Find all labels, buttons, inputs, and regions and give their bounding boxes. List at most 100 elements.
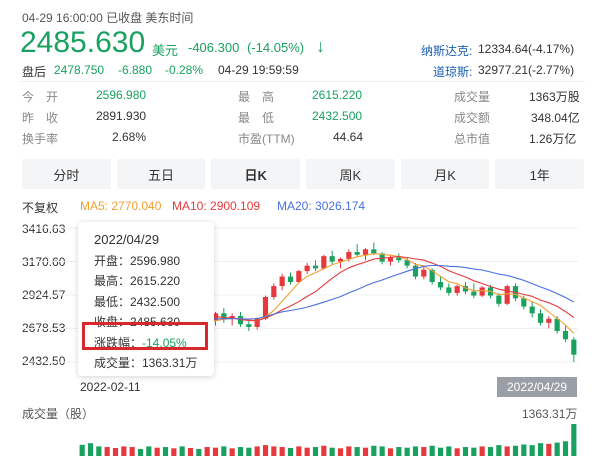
tooltip-open: 开盘：2596.980: [94, 253, 181, 268]
volume-bar: [454, 448, 460, 456]
volume-bar: [154, 447, 160, 456]
tooltip-date: 2022/04/29: [94, 232, 160, 247]
volume-bar: [529, 445, 535, 456]
volume-bar: [337, 448, 344, 456]
candle-body: [521, 298, 527, 307]
volume-bar: [312, 447, 319, 456]
candle-body: [371, 249, 377, 254]
volume-bar: [537, 443, 544, 456]
volume-bar: [221, 446, 227, 456]
volume-bar: [104, 447, 110, 456]
volume-bar: [512, 445, 519, 456]
volume-bar: [504, 446, 510, 456]
volume-bars: [79, 424, 577, 456]
volume-bar: [546, 443, 552, 456]
volume-bar: [187, 448, 194, 456]
volume-bar: [479, 446, 485, 456]
volume-bar: [562, 441, 569, 456]
volume-bar: [387, 448, 394, 456]
volume-bar: [262, 445, 269, 456]
candle-body: [354, 252, 360, 255]
volume-bar: [254, 446, 260, 456]
candle-body: [304, 265, 310, 272]
candle-body: [554, 318, 560, 332]
volume-bar: [112, 448, 119, 456]
candle-body: [362, 249, 369, 255]
candle-body: [421, 269, 427, 277]
volume-bar: [121, 446, 127, 456]
volume-bar: [96, 446, 102, 456]
volume-bar: [196, 448, 202, 456]
candle-body: [396, 257, 402, 261]
volume-bar: [137, 448, 144, 456]
volume-bar: [437, 447, 444, 456]
volume-bar: [379, 446, 385, 456]
volume-bar: [487, 447, 494, 456]
candle-body: [287, 276, 294, 283]
volume-bar: [246, 447, 252, 456]
volume-bar: [471, 447, 477, 456]
volume-bar: [179, 446, 185, 456]
volume-bar: [79, 444, 85, 456]
x-start-label: 2022-02-11: [80, 380, 141, 394]
highlight-box: [82, 322, 208, 350]
candle-body: [529, 306, 535, 314]
volume-last-label: 1363.31万: [522, 407, 578, 421]
volume-bar: [496, 445, 502, 456]
volume-bar: [146, 446, 152, 456]
candle-body: [296, 271, 302, 283]
volume-bar: [371, 445, 377, 456]
volume-bar: [346, 446, 352, 456]
volume-bar: [571, 424, 577, 456]
volume-bar: [362, 447, 369, 456]
volume-bar: [229, 448, 235, 456]
candle-body: [446, 287, 452, 293]
volume-bar: [129, 447, 135, 456]
volume-bar: [554, 442, 560, 456]
volume-bar: [296, 446, 302, 456]
tooltip-volume: 成交量：1363.31万: [94, 356, 198, 370]
volume-bar: [421, 447, 427, 456]
candle-body: [471, 291, 477, 296]
volume-bar: [304, 447, 310, 456]
volume-bar: [429, 445, 435, 456]
candle-body: [562, 331, 569, 340]
candle-body: [437, 282, 444, 288]
candle-body: [329, 256, 335, 262]
volume-bar: [287, 448, 294, 456]
chart-tooltip: 2022/04/29 开盘：2596.980 最高：2615.220 最低：24…: [78, 222, 214, 376]
candle-body: [312, 265, 319, 269]
volume-bar: [396, 447, 402, 456]
volume-bar: [446, 446, 452, 456]
candle-body: [546, 318, 552, 323]
volume-bar: [462, 447, 469, 456]
volume-bar: [162, 447, 169, 456]
volume-bar: [212, 447, 219, 456]
candle-body: [412, 265, 419, 277]
volume-bar: [279, 447, 285, 456]
candle-body: [454, 286, 460, 293]
volume-bar: [404, 447, 410, 456]
candle-body: [279, 276, 285, 287]
volume-bar: [171, 448, 177, 456]
candle-body: [271, 286, 277, 297]
volume-bar: [329, 447, 335, 456]
candle-body: [571, 339, 577, 355]
volume-bar: [204, 447, 210, 456]
candle-body: [496, 295, 502, 304]
volume-bar: [521, 444, 527, 456]
candle-body: [537, 313, 544, 323]
tooltip-high: 最高：2615.220: [94, 274, 181, 288]
candle-body: [246, 324, 252, 327]
volume-bar: [237, 447, 244, 456]
candle-body: [346, 252, 352, 259]
tooltip-low: 最低：2432.500: [94, 294, 181, 309]
volume-bar: [87, 443, 94, 456]
volume-bar: [271, 446, 277, 456]
volume-bar: [412, 446, 419, 456]
candle-body: [504, 286, 510, 304]
candle-body: [479, 287, 485, 296]
x-end-label: 2022/04/29: [497, 377, 577, 397]
volume-bar: [321, 445, 327, 456]
volume-axis-label: 成交量（股）: [22, 407, 95, 421]
